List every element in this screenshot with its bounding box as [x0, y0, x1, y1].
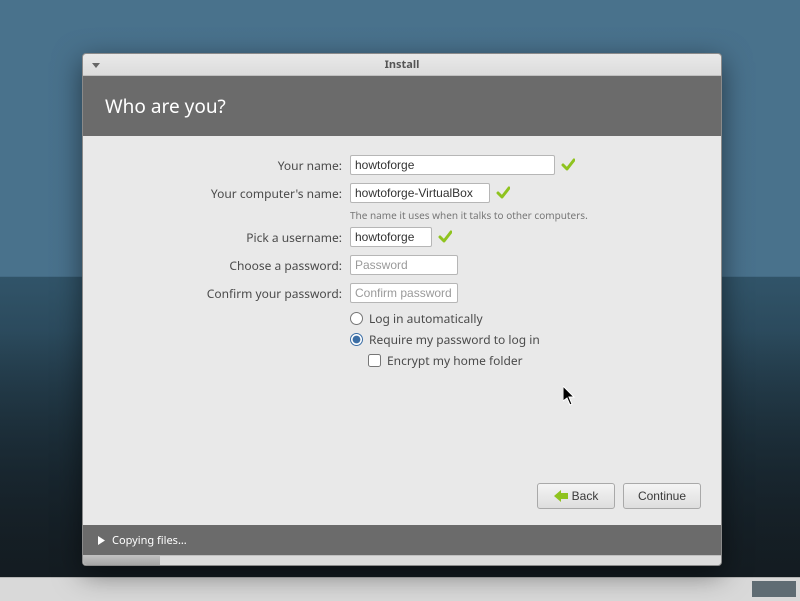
- username-input[interactable]: [350, 227, 432, 247]
- radio-login-auto-input[interactable]: [350, 312, 363, 325]
- computer-name-input[interactable]: [350, 183, 490, 203]
- titlebar[interactable]: Install: [83, 54, 721, 76]
- radio-login-auto[interactable]: Log in automatically: [350, 310, 721, 327]
- continue-button-label: Continue: [638, 489, 686, 503]
- cursor-icon: [563, 386, 577, 406]
- notification-area[interactable]: [752, 581, 796, 597]
- checkbox-encrypt-home-label: Encrypt my home folder: [387, 352, 523, 369]
- status-bar[interactable]: Copying files…: [83, 525, 721, 555]
- checkbox-encrypt-home-input[interactable]: [368, 354, 381, 367]
- radio-login-password[interactable]: Require my password to log in: [350, 331, 721, 348]
- label-username: Pick a username:: [83, 229, 350, 246]
- back-button-label: Back: [572, 489, 599, 503]
- progress-fill: [83, 556, 160, 565]
- label-confirm-password: Confirm your password:: [83, 285, 350, 302]
- password-input[interactable]: [350, 255, 458, 275]
- radio-login-password-label: Require my password to log in: [369, 331, 540, 348]
- radio-login-password-input[interactable]: [350, 333, 363, 346]
- page-header: Who are you?: [83, 76, 721, 136]
- check-icon: [438, 230, 452, 244]
- label-your-name: Your name:: [83, 157, 350, 174]
- installer-window: Install Who are you? Your name: Your com…: [82, 53, 722, 566]
- label-password: Choose a password:: [83, 257, 350, 274]
- check-icon: [496, 186, 510, 200]
- checkbox-encrypt-home[interactable]: Encrypt my home folder: [368, 352, 721, 369]
- minimize-icon[interactable]: [89, 58, 103, 72]
- radio-login-auto-label: Log in automatically: [369, 310, 483, 327]
- your-name-input[interactable]: [350, 155, 555, 175]
- form-body: Your name: Your computer's name: The: [83, 136, 721, 525]
- continue-button[interactable]: Continue: [623, 483, 701, 509]
- progress-bar: [83, 555, 721, 565]
- confirm-password-input[interactable]: [350, 283, 458, 303]
- window-title: Install: [385, 57, 420, 72]
- check-icon: [561, 158, 575, 172]
- label-computer-name: Your computer's name:: [83, 185, 350, 202]
- page-title: Who are you?: [105, 93, 226, 119]
- back-button[interactable]: Back: [537, 483, 615, 509]
- computer-name-hint: The name it uses when it talks to other …: [350, 210, 721, 220]
- arrow-left-icon: [554, 490, 568, 502]
- triangle-right-icon: [97, 536, 106, 545]
- status-text: Copying files…: [112, 533, 187, 548]
- taskbar[interactable]: [0, 577, 800, 601]
